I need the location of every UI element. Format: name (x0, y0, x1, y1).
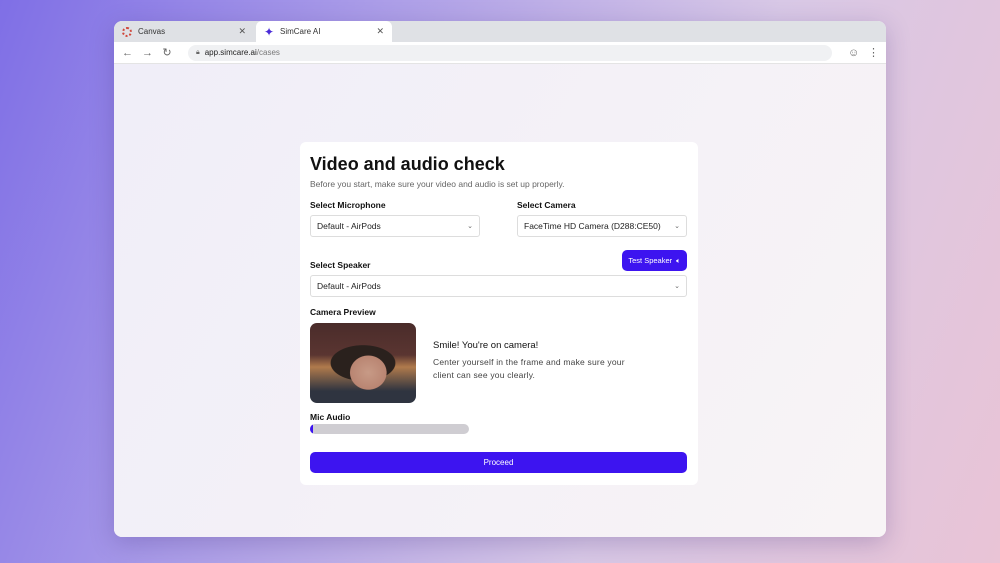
preview-hint: Center yourself in the frame and make su… (433, 357, 625, 380)
tab-simcare[interactable]: ✦ SimCare AI ✕ (256, 21, 392, 42)
test-speaker-button[interactable]: Test Speaker 🔈︎ (622, 250, 687, 271)
menu-icon[interactable]: ⋮ (868, 46, 879, 59)
camera-preview-label: Camera Preview (310, 307, 376, 317)
close-icon[interactable]: ✕ (376, 26, 384, 37)
test-speaker-label: Test Speaker (628, 256, 673, 265)
microphone-value: Default - AirPods (317, 221, 381, 231)
mic-level-meter (310, 424, 469, 434)
chevron-down-icon: ⌄ (674, 283, 680, 290)
camera-select[interactable]: FaceTime HD Camera (D288:CE50) ⌄ (517, 215, 687, 237)
microphone-label: Select Microphone (310, 200, 386, 210)
url-path: /cases (256, 48, 280, 57)
camera-preview-video (310, 323, 416, 403)
speaker-label: Select Speaker (310, 260, 371, 270)
camera-label: Select Camera (517, 200, 576, 210)
address-bar-row: ← → ↻ 🔒︎ app.simcare.ai/cases ☺ ⋮ (114, 42, 886, 64)
extension-icon[interactable]: ☺ (848, 47, 859, 59)
microphone-select[interactable]: Default - AirPods ⌄ (310, 215, 480, 237)
camera-value: FaceTime HD Camera (D288:CE50) (524, 221, 661, 231)
tab-canvas[interactable]: Canvas ✕ (114, 21, 254, 42)
page-subtitle: Before you start, make sure your video a… (310, 179, 565, 189)
av-check-card: Video and audio check Before you start, … (300, 142, 698, 485)
chevron-down-icon: ⌄ (674, 223, 680, 230)
speaker-icon: 🔈︎ (676, 255, 681, 265)
mic-audio-label: Mic Audio (310, 412, 351, 422)
close-icon[interactable]: ✕ (238, 26, 246, 37)
proceed-button[interactable]: Proceed (310, 452, 687, 473)
browser-window: Canvas ✕ ✦ SimCare AI ✕ ← → ↻ 🔒︎ app.sim… (114, 21, 886, 537)
canvas-logo-icon (122, 26, 132, 37)
simcare-logo-icon: ✦ (264, 24, 275, 39)
page-title: Video and audio check (310, 154, 505, 174)
reload-icon[interactable]: ↻ (162, 46, 172, 59)
tab-strip: Canvas ✕ ✦ SimCare AI ✕ (114, 21, 886, 42)
chevron-down-icon: ⌄ (467, 223, 473, 230)
back-icon[interactable]: ← (122, 47, 133, 59)
page-content: Video and audio check Before you start, … (114, 64, 886, 537)
speaker-select[interactable]: Default - AirPods ⌄ (310, 275, 687, 297)
preview-headline: Smile! You're on camera! (433, 340, 539, 351)
mic-level-fill (310, 424, 314, 434)
url-input[interactable]: 🔒︎ app.simcare.ai/cases (188, 44, 832, 61)
url-host: app.simcare.ai (204, 48, 257, 57)
lock-icon: 🔒︎ (196, 48, 200, 56)
speaker-value: Default - AirPods (317, 281, 381, 291)
proceed-label: Proceed (483, 458, 514, 467)
tab-label: SimCare AI (280, 27, 321, 36)
tab-label: Canvas (138, 27, 166, 36)
forward-icon[interactable]: → (142, 47, 153, 59)
